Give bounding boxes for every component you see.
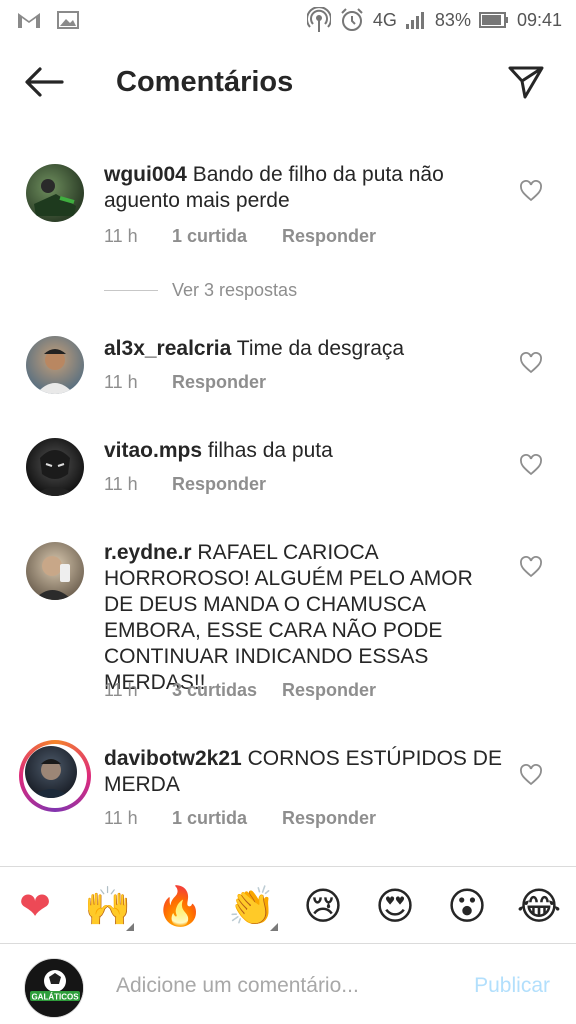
heart-outline-icon xyxy=(520,764,542,786)
emoji-crying[interactable]: 😢 xyxy=(300,883,346,929)
emoji-laughing[interactable]: 😂 xyxy=(516,883,562,929)
emoji-heart-eyes[interactable]: 😍 xyxy=(372,883,418,929)
comment-username[interactable]: r.eydne.r xyxy=(104,541,192,564)
logo-text: GALÁTICOS xyxy=(31,993,79,1002)
hotspot-icon xyxy=(306,7,331,32)
like-button[interactable] xyxy=(519,556,543,578)
emoji-surprised[interactable]: 😮 xyxy=(444,883,490,929)
emoji-quick-bar: ❤ 🙌 🔥 👏 😢 😍 😮 😂 xyxy=(0,866,576,944)
avatar[interactable] xyxy=(26,164,84,222)
reply-button[interactable]: Responder xyxy=(172,474,266,495)
comment-text: al3x_realcria Time da desgraça xyxy=(104,336,504,362)
heart-outline-icon xyxy=(520,180,542,202)
emoji-heart[interactable]: ❤ xyxy=(12,883,58,929)
emoji-clapping-glyph: 👏 xyxy=(228,884,276,928)
like-button[interactable] xyxy=(519,764,543,786)
avatar-image xyxy=(34,450,76,496)
avatar[interactable] xyxy=(26,438,84,496)
avatar-image xyxy=(31,759,71,798)
gallery-icon xyxy=(57,11,79,29)
comment-text: vitao.mps filhas da puta xyxy=(104,438,504,464)
reply-button[interactable]: Responder xyxy=(282,680,376,701)
comment-likes[interactable]: 1 curtida xyxy=(172,808,282,829)
clock: 09:41 xyxy=(516,9,562,30)
comment-time: 11 h xyxy=(104,226,138,246)
replies-divider xyxy=(104,290,158,291)
back-arrow-icon xyxy=(25,67,64,97)
comment-time: 11 h xyxy=(104,474,138,494)
avatar-image xyxy=(36,349,74,394)
reply-button[interactable]: Responder xyxy=(282,808,376,829)
emoji-fire[interactable]: 🔥 xyxy=(156,883,203,929)
avatar[interactable] xyxy=(26,542,84,600)
comment-meta: 11 h 3 curtidas Responder xyxy=(104,680,376,701)
reply-button[interactable]: Responder xyxy=(282,226,376,247)
status-bar: 4G 83% 09:41 xyxy=(0,0,576,40)
comment-time: 11 h xyxy=(104,680,138,700)
story-ring[interactable] xyxy=(19,740,91,812)
emoji-raising-hands[interactable]: 🙌 xyxy=(84,883,134,931)
heart-outline-icon xyxy=(520,556,542,578)
comment-time: 11 h xyxy=(104,808,138,828)
comment-username[interactable]: davibotw2k21 xyxy=(104,747,242,770)
comment-text: wgui004 Bando de filho da puta não aguen… xyxy=(104,162,504,214)
avatar xyxy=(25,746,77,798)
publish-button[interactable]: Publicar xyxy=(474,974,550,998)
header: Comentários xyxy=(0,48,576,118)
avatar-image xyxy=(34,179,76,216)
heart-outline-icon xyxy=(520,454,542,476)
page-title: Comentários xyxy=(116,66,294,98)
heart-outline-icon xyxy=(520,352,542,374)
like-button[interactable] xyxy=(519,180,543,202)
comment-meta: 11 h Responder xyxy=(104,372,266,393)
like-button[interactable] xyxy=(519,352,543,374)
reply-button[interactable]: Responder xyxy=(172,372,266,393)
like-button[interactable] xyxy=(519,454,543,476)
skin-tone-indicator xyxy=(126,923,134,931)
alarm-icon xyxy=(341,8,363,31)
comment-input[interactable] xyxy=(116,968,446,1004)
comment-likes[interactable]: 1 curtida xyxy=(172,226,282,247)
gmail-icon xyxy=(18,13,40,28)
comment-username[interactable]: al3x_realcria xyxy=(104,337,231,360)
network-type: 4G xyxy=(372,9,397,30)
comment-composer: GALÁTICOS Publicar xyxy=(0,944,576,1024)
avatar-image xyxy=(34,556,72,600)
emoji-raising-hands-glyph: 🙌 xyxy=(84,884,132,928)
comment-time: 11 h xyxy=(104,372,138,392)
signal-icon xyxy=(405,12,424,29)
avatar[interactable] xyxy=(26,336,84,394)
my-avatar: GALÁTICOS xyxy=(24,958,84,1018)
galaticos-logo: GALÁTICOS xyxy=(25,959,83,1017)
comment-meta: 11 h Responder xyxy=(104,474,266,495)
status-right: 4G 83% 09:41 xyxy=(306,7,562,33)
comment-username[interactable]: vitao.mps xyxy=(104,439,202,462)
send-icon xyxy=(508,66,544,99)
comment-meta: 11 h 1 curtida Responder xyxy=(104,226,376,247)
comment-likes[interactable]: 3 curtidas xyxy=(172,680,282,701)
comment-text: davibotw2k21 CORNOS ESTÚPIDOS DE MERDA xyxy=(104,746,504,798)
status-left xyxy=(16,10,80,30)
comment-message: filhas da puta xyxy=(207,439,333,462)
comment-text: r.eydne.r RAFAEL CARIOCA HORROROSO! ALGU… xyxy=(104,540,504,696)
emoji-clapping[interactable]: 👏 xyxy=(228,883,278,931)
battery-icon xyxy=(478,12,508,28)
battery-level: 83% xyxy=(434,9,471,30)
view-replies[interactable]: Ver 3 respostas xyxy=(104,280,297,301)
skin-tone-indicator xyxy=(270,923,278,931)
comment-meta: 11 h 1 curtida Responder xyxy=(104,808,376,829)
comment-message: Time da desgraça xyxy=(236,337,405,360)
comment-username[interactable]: wgui004 xyxy=(104,163,187,186)
back-button[interactable] xyxy=(22,64,66,100)
share-button[interactable] xyxy=(506,62,546,102)
view-replies-label[interactable]: Ver 3 respostas xyxy=(172,280,297,301)
